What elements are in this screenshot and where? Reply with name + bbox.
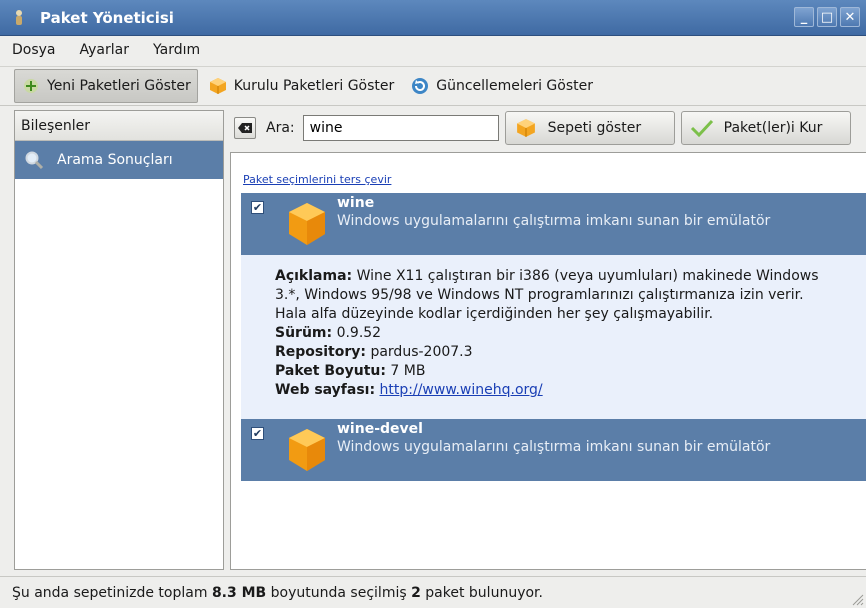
refresh-icon: [410, 76, 430, 96]
details-text: Açıklama: Wine X11 çalıştıran bir i386 (…: [275, 267, 835, 400]
title-bar: Paket Yöneticisi _ □ ✕: [0, 0, 866, 36]
resize-grip-icon[interactable]: [850, 592, 864, 606]
install-packages-label: Paket(ler)i Kur: [723, 120, 823, 136]
package-summary: Windows uygulamalarını çalıştırma imkanı…: [337, 213, 771, 229]
menu-dosya[interactable]: Dosya: [12, 42, 56, 58]
menu-bar: Dosya Ayarlar Yardım: [0, 36, 866, 64]
description-label: Açıklama:: [275, 268, 353, 284]
window-title: Paket Yöneticisi: [40, 8, 174, 27]
version-label: Sürüm:: [275, 325, 333, 341]
show-updates-label: Güncellemeleri Göster: [436, 78, 593, 94]
package-summary: Windows uygulamalarını çalıştırma imkanı…: [337, 439, 771, 455]
version-value: 0.9.52: [336, 325, 382, 341]
results-panel: Paket seçimlerini ters çevir ✔ wine Wind…: [230, 152, 866, 570]
package-icon: [514, 117, 538, 139]
size-label: Paket Boyutu:: [275, 363, 386, 379]
description-value: Wine X11 çalıştıran bir i386 (veya uyuml…: [275, 268, 819, 322]
status-middle: boyutunda seçilmiş: [270, 584, 407, 601]
toolbar: Yeni Paketleri Göster Kurulu Paketleri G…: [0, 66, 866, 106]
status-count: 2: [411, 584, 421, 601]
close-button[interactable]: ✕: [840, 7, 860, 27]
package-box-icon: [287, 427, 327, 473]
minimize-button[interactable]: _: [794, 7, 814, 27]
search-input[interactable]: [302, 115, 499, 141]
checkmark-icon: [690, 117, 714, 139]
maximize-button[interactable]: □: [817, 7, 837, 27]
sidebar-item-search-results[interactable]: Arama Sonuçları: [15, 141, 223, 179]
package-checkbox[interactable]: ✔: [251, 201, 264, 214]
package-name: wine: [337, 195, 375, 211]
sidebar-item-label: Arama Sonuçları: [57, 152, 173, 168]
status-bar: Şu anda sepetinizde toplam 8.3 MB boyutu…: [0, 576, 866, 608]
show-new-packages-label: Yeni Paketleri Göster: [47, 78, 191, 94]
status-total-size: 8.3 MB: [211, 584, 267, 601]
app-icon: [8, 7, 30, 29]
package-box-icon: [287, 201, 327, 247]
size-value: 7 MB: [390, 363, 426, 379]
package-row-wine[interactable]: ✔ wine Windows uygulamalarını çalıştırma…: [241, 193, 866, 255]
show-cart-label: Sepeti göster: [547, 120, 642, 136]
components-sidebar: Bileşenler Arama Sonuçları: [14, 110, 224, 570]
status-suffix: paket bulunuyor.: [425, 584, 543, 601]
show-new-packages-button[interactable]: Yeni Paketleri Göster: [14, 69, 198, 103]
install-packages-button[interactable]: Paket(ler)i Kur: [680, 111, 851, 145]
show-cart-button[interactable]: Sepeti göster: [504, 111, 675, 145]
website-label: Web sayfası:: [275, 382, 376, 398]
package-row-wine-devel[interactable]: ✔ wine-devel Windows uygulamalarını çalı…: [241, 419, 866, 481]
sidebar-header: Bileşenler: [15, 111, 223, 141]
package-name: wine-devel: [337, 421, 423, 437]
show-updates-button[interactable]: Güncellemeleri Göster: [404, 69, 599, 103]
package-details: Açıklama: Wine X11 çalıştıran bir i386 (…: [241, 255, 866, 423]
menu-yardim[interactable]: Yardım: [153, 42, 200, 58]
repository-value: pardus-2007.3: [370, 344, 473, 360]
magnifier-icon: [23, 149, 45, 171]
menu-ayarlar[interactable]: Ayarlar: [80, 42, 129, 58]
search-label: Ara:: [266, 120, 295, 136]
package-icon: [208, 76, 228, 96]
show-installed-packages-label: Kurulu Paketleri Göster: [233, 78, 395, 94]
package-checkbox[interactable]: ✔: [251, 427, 264, 440]
website-link[interactable]: http://www.winehq.org/: [380, 382, 543, 398]
invert-selection-link[interactable]: Paket seçimlerini ters çevir: [243, 173, 391, 186]
show-installed-packages-button[interactable]: Kurulu Paketleri Göster: [202, 69, 400, 103]
search-row: Ara: Sepeti göster Paket(ler)i Kur: [232, 110, 866, 146]
status-prefix: Şu anda sepetinizde toplam: [12, 584, 208, 601]
plus-icon: [21, 76, 41, 96]
repository-label: Repository:: [275, 344, 366, 360]
clear-search-icon[interactable]: [234, 117, 256, 139]
